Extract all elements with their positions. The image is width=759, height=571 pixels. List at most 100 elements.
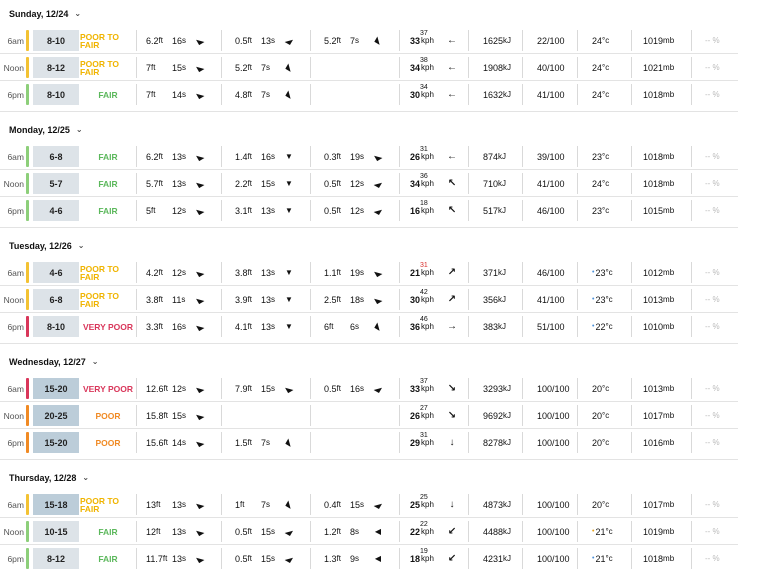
- swell-1-period: 14 s: [172, 81, 186, 108]
- consistency-score: 100/100: [537, 437, 570, 448]
- swell-1-period: 15 s: [172, 402, 186, 429]
- unit-label: ft: [158, 36, 163, 45]
- unit-label: s: [266, 500, 271, 509]
- column-divider: [221, 521, 222, 542]
- day-header[interactable]: Sunday, 12/24 ⌄: [0, 0, 759, 27]
- swell-period-value: 13: [261, 294, 272, 305]
- swell-1-period: 16 s: [172, 27, 186, 54]
- surf-rating-label: VERY POOR: [82, 321, 134, 332]
- wind-value: 16: [410, 205, 421, 216]
- precip-percent: -- %: [705, 411, 720, 420]
- temp-value: 24: [592, 62, 603, 73]
- forecast-row[interactable]: Noon 8-12 POOR TO FAIR 7 ft 15 s ◣ 5.2 ft 7 s ◤ 34 38 k…: [0, 54, 738, 81]
- unit-label: kph: [421, 438, 434, 447]
- unit-label: kJ: [498, 152, 507, 161]
- swell-1-period: 16 s: [172, 313, 186, 340]
- column-divider: [691, 262, 692, 283]
- water-temperature: • 23 °c: [592, 259, 613, 286]
- chevron-down-icon[interactable]: ⌄: [76, 125, 83, 134]
- chevron-down-icon[interactable]: ⌄: [92, 357, 99, 366]
- pressure-value: 1018: [643, 89, 664, 100]
- surf-rating-label: POOR TO FAIR: [80, 31, 120, 50]
- swell-2-height: 1.4 ft: [235, 143, 252, 170]
- wind-gust-value: 37: [420, 377, 428, 385]
- time-label: 6am: [7, 383, 24, 394]
- column-divider: [136, 548, 137, 569]
- column-divider: [691, 548, 692, 569]
- unit-label: s: [266, 438, 271, 447]
- energy-value: 4231: [483, 553, 504, 564]
- column-divider: [577, 57, 578, 78]
- column-divider: [691, 173, 692, 194]
- wind-gust-value: 18: [420, 199, 428, 207]
- forecast-row[interactable]: 6pm 8-10 FAIR 7 ft 14 s ◣ 4.8 ft 7 s ◤ 30 34 kph ← 1632 kJ…: [0, 81, 738, 108]
- wind-direction-icon: →: [447, 321, 457, 332]
- forecast-row[interactable]: 6pm 8-10 VERY POOR 3.3 ft 16 s ◣ 4.1 ft 13 s ▼ 6 ft 6 s ◤…: [0, 313, 738, 340]
- wind-speed-value: 34 38: [410, 57, 428, 73]
- column-divider: [691, 30, 692, 51]
- swell-period-value: 16: [172, 321, 183, 332]
- forecast-row[interactable]: 6pm 4-6 FAIR 5 ft 12 s ◣ 3.1 ft 13 s ▼ 0.5 ft 12 s ◢ 16 18 k…: [0, 197, 738, 224]
- swell-2-height: 0.5 ft: [235, 545, 252, 571]
- chevron-down-icon[interactable]: ⌄: [78, 241, 85, 250]
- wind-speed-value: 30 34: [410, 84, 428, 100]
- forecast-row[interactable]: Noon 20-25 POOR 15.8 ft 15 s ◣ 26 27 kph ↘ 9692 kJ 100…: [0, 402, 738, 429]
- unit-label: ft: [336, 268, 341, 277]
- precip-percent: -- %: [705, 63, 720, 72]
- precip-percent: -- %: [705, 90, 720, 99]
- day-header[interactable]: Wednesday, 12/27 ⌄: [0, 348, 759, 375]
- column-divider: [399, 84, 400, 105]
- swell-height-value: 6.2: [146, 35, 159, 46]
- day-header[interactable]: Tuesday, 12/26 ⌄: [0, 232, 759, 259]
- unit-label: s: [182, 500, 187, 509]
- unit-label: ft: [151, 90, 156, 99]
- swell-1-height: 3.3 ft: [146, 313, 163, 340]
- temp-value: 20: [592, 410, 603, 421]
- time-label: 6pm: [7, 437, 24, 448]
- forecast-row[interactable]: 6am 15-20 VERY POOR 12.6 ft 12 s ◣ 7.9 ft 15 s ◣ 0.5 f…: [0, 375, 738, 402]
- column-divider: [468, 289, 469, 310]
- forecast-row[interactable]: Noon 6-8 POOR TO FAIR 3.8 ft 11 s ◣ 3.9 ft 13 s ▼ 2.5…: [0, 286, 738, 313]
- swell-2-period: 16 s: [261, 143, 275, 170]
- energy-value: 8278: [483, 437, 504, 448]
- rating-color-bar: [26, 30, 29, 51]
- swell-direction-icon: ◣: [195, 526, 205, 537]
- swell-period-value: 15: [350, 499, 361, 510]
- pressure-value: 1018: [643, 553, 664, 564]
- swell-height-value: 3.8: [235, 267, 248, 278]
- day-header[interactable]: Thursday, 12/28 ⌄: [0, 464, 759, 491]
- forecast-row[interactable]: Noon 5-7 FAIR 5.7 ft 13 s ◣ 2.2 ft 15 s ▼ 0.5 ft 12 s ◢ 34…: [0, 170, 738, 197]
- forecast-row[interactable]: 6am 6-8 FAIR 6.2 ft 13 s ◣ 1.4 ft 16 s ▼ 0.3 ft 19 s ◣ 26 3…: [0, 143, 738, 170]
- unit-label: mb: [663, 268, 675, 277]
- water-temperature: 24 °c: [592, 81, 609, 108]
- swell-2-height: 0.5 ft: [235, 518, 252, 545]
- column-divider: [221, 262, 222, 283]
- day-divider: [0, 227, 738, 228]
- pressure-value: 1021: [643, 62, 664, 73]
- forecast-row[interactable]: 6pm 15-20 POOR 15.6 ft 14 s ◣ 1.5 ft 7 s ◤ 29 31 kph ↓ 82…: [0, 429, 738, 456]
- column-divider: [310, 432, 311, 453]
- forecast-row[interactable]: 6am 15-18 POOR TO FAIR 13 ft 13 s ◣ 1 ft 7 s ◤ 0.4 ft 1…: [0, 491, 738, 518]
- forecast-row[interactable]: 6am 4-6 POOR TO FAIR 4.2 ft 12 s ◣ 3.8 ft 13 s ▼ 1.1 f…: [0, 259, 738, 286]
- swell-period-value: 15: [261, 178, 272, 189]
- wind-gust-value: 19: [420, 547, 428, 555]
- rating-color-bar: [26, 262, 29, 283]
- forecast-row[interactable]: 6pm 8-12 FAIR 11.7 ft 13 s ◣ 0.5 ft 15 s ◢ 1.3 ft 9 s ◀ 18…: [0, 545, 738, 571]
- swell-height-value: 12: [146, 526, 157, 537]
- forecast-row[interactable]: 6am 8-10 POOR TO FAIR 6.2 ft 16 s ◣ 0.5 ft 13 s ◢ 5.2…: [0, 27, 738, 54]
- column-divider: [577, 521, 578, 542]
- forecast-row[interactable]: Noon 10-15 FAIR 12 ft 13 s ◣ 0.5 ft 15 s ◢ 1.2 ft 8 s ◀ 22…: [0, 518, 738, 545]
- unit-label: s: [271, 36, 276, 45]
- chevron-down-icon[interactable]: ⌄: [82, 473, 89, 482]
- surf-height-range: 4-6: [33, 200, 79, 221]
- column-divider: [468, 30, 469, 51]
- energy-value: 1632: [483, 89, 504, 100]
- unit-label: ft: [158, 322, 163, 331]
- swell-2-height: 2.2 ft: [235, 170, 252, 197]
- day-header[interactable]: Monday, 12/25 ⌄: [0, 116, 759, 143]
- unit-label: kph: [421, 36, 434, 45]
- column-divider: [468, 200, 469, 221]
- column-divider: [399, 548, 400, 569]
- chevron-down-icon[interactable]: ⌄: [74, 9, 81, 18]
- swell-2-height: 0.5 ft: [235, 27, 252, 54]
